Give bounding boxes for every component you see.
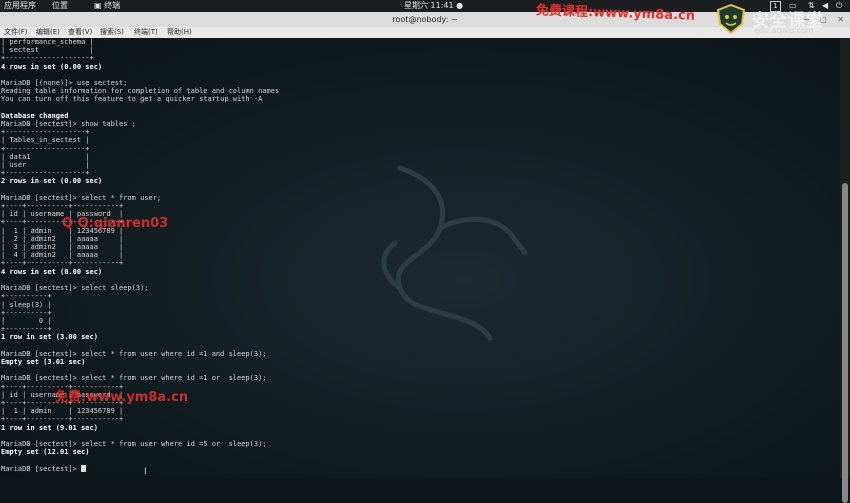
terminal-scrollbar[interactable]: [840, 38, 850, 503]
terminal-cursor: [81, 464, 87, 472]
terminal-line: +-------------------+: [1, 169, 90, 178]
terminal-icon: ▣: [94, 1, 102, 10]
terminal-line: | 3 | admin2 | aaaaa |: [1, 243, 124, 252]
terminal-line: 2 rows in set (0.00 sec): [1, 177, 103, 186]
terminal-line: +----+----------+-----------+: [1, 415, 124, 424]
terminal-line: +----+----------+-----------+: [1, 202, 124, 211]
terminal-line: MariaDB [sectest]> select * from user;: [1, 193, 162, 202]
terminal-line: | 2 | admin2 | aaaaa |: [1, 234, 124, 243]
terminal-line: Database changed: [1, 111, 69, 120]
terminal-line: | Tables_in_sectest |: [1, 136, 90, 145]
terminal-line: MariaDB [sectest]> select * from user wh…: [1, 374, 267, 383]
terminal-line: | 0 |: [1, 316, 52, 325]
anquan-ketang-logo: 安全课堂 edu.aqniu.com: [716, 0, 846, 40]
terminal-line: 1 row in set (9.01 sec): [1, 423, 98, 432]
terminal-line: | performance_schema |: [1, 38, 94, 46]
terminal-line: MariaDB [sectest]> show tables ;: [1, 120, 136, 129]
menu-terminal[interactable]: 终端(T): [134, 27, 158, 38]
menu-edit[interactable]: 编辑(E): [36, 27, 60, 38]
text-cursor-icon: I: [144, 467, 147, 477]
watermark-bottom: 免费:www.ym8a.cn: [55, 390, 189, 405]
scrollbar-thumb[interactable]: [842, 183, 848, 503]
clock[interactable]: 星期六 11:41 ●: [404, 1, 463, 11]
terminal-app-menu[interactable]: ▣ 终端: [94, 1, 120, 11]
terminal-line: +----+----------+-----------+: [1, 259, 124, 268]
applications-menu[interactable]: 应用程序: [4, 1, 36, 11]
terminal-line: | user |: [1, 161, 90, 170]
menu-file[interactable]: 文件(F): [4, 27, 28, 38]
terminal-line: | 4 | admin2 | aaaaa |: [1, 251, 124, 260]
terminal-line: +----------+: [1, 292, 52, 301]
terminal-line: | sectest |: [1, 46, 94, 55]
terminal-line: | sleep(3) |: [1, 300, 52, 309]
terminal-line: 4 rows in set (0.00 sec): [1, 62, 103, 71]
terminal-line: +--------------------+: [1, 54, 94, 63]
clock-dot-icon: ●: [456, 1, 464, 10]
terminal-line: Reading table information for completion…: [1, 87, 280, 96]
shield-logo-icon: [716, 4, 746, 34]
terminal-line: 4 rows in set (0.00 sec): [1, 267, 103, 276]
terminal-line: MariaDB [(none)]> use sectest;: [1, 79, 128, 88]
terminal-line: | data1 |: [1, 152, 90, 161]
terminal-line: +-------------------+: [1, 144, 90, 153]
terminal-line: Empty set (12.01 sec): [1, 448, 90, 457]
terminal-line: MariaDB [sectest]>: [1, 464, 82, 473]
logo-subtext: edu.aqniu.com: [754, 26, 814, 35]
terminal-line: MariaDB [sectest]> select * from user wh…: [1, 349, 267, 358]
terminal-line: +-------------------+: [1, 128, 90, 137]
menu-search[interactable]: 搜索(S): [100, 27, 124, 38]
terminal-line: +----------+: [1, 308, 52, 317]
terminal-line: MariaDB [sectest]> select * from user wh…: [1, 439, 267, 448]
menu-view[interactable]: 查看(V): [68, 27, 92, 38]
terminal-line: +----------+: [1, 325, 52, 334]
terminal-text: | performance_schema | | sectest | +----…: [1, 38, 279, 473]
terminal-line: 1 row in set (3.00 sec): [1, 333, 98, 342]
terminal-output-area[interactable]: | performance_schema | | sectest | +----…: [0, 38, 840, 478]
kali-dragon-logo: [381, 165, 528, 341]
terminal-line: | 1 | admin | 123456789 |: [1, 407, 124, 416]
terminal-line: You can turn off this feature to get a q…: [1, 95, 263, 104]
menu-help[interactable]: 帮助(H): [167, 27, 192, 38]
terminal-line: MariaDB [sectest]> select sleep(3);: [1, 284, 149, 293]
watermark-middle: Q Q:qianren03: [62, 216, 169, 231]
terminal-line: Empty set (3.01 sec): [1, 357, 86, 366]
places-menu[interactable]: 位置: [52, 1, 68, 11]
